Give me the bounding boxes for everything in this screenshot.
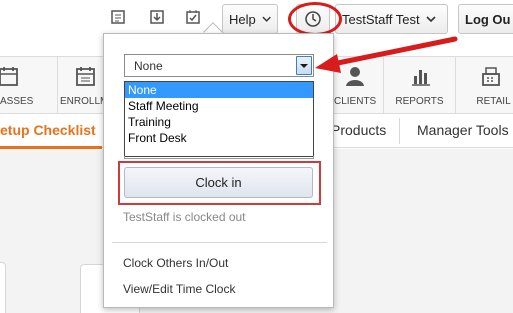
- popup-divider: [112, 242, 327, 243]
- clock-reason-select[interactable]: None: [124, 54, 314, 77]
- download-icon[interactable]: [149, 9, 165, 25]
- calendar-icon: [76, 67, 95, 86]
- help-button[interactable]: Help: [222, 4, 278, 34]
- notes-icon[interactable]: [110, 9, 126, 25]
- nav-label: CLIENTS: [334, 96, 377, 107]
- time-clock-popup: None None Staff Meeting Training Front D…: [103, 33, 334, 308]
- tab-setup-checklist[interactable]: etup Checklist: [0, 122, 96, 138]
- content-card: [0, 262, 6, 313]
- nav-label: RETAIL: [476, 96, 511, 107]
- clock-others-link[interactable]: Clock Others In/Out: [123, 256, 228, 270]
- nav-label: REPORTS: [395, 96, 444, 107]
- nav-label: ASSES: [0, 96, 34, 107]
- chevron-down-icon: [262, 16, 271, 22]
- clock-reason-options: None Staff Meeting Training Front Desk: [124, 81, 314, 157]
- view-edit-time-clock-link[interactable]: View/Edit Time Clock: [123, 282, 235, 296]
- logout-button[interactable]: Log Ou: [458, 4, 513, 34]
- clock-status-text: TestStaff is clocked out: [123, 210, 246, 224]
- chevron-down-icon: [425, 16, 436, 23]
- checklist-icon[interactable]: [185, 9, 201, 25]
- select-shadow-edge: [124, 156, 314, 159]
- nav-item-classes[interactable]: ASSES: [0, 57, 58, 115]
- help-label: Help: [229, 11, 256, 27]
- logout-label: Log Ou: [465, 11, 511, 27]
- register-icon: [482, 67, 500, 86]
- option-staff-meeting[interactable]: Staff Meeting: [125, 98, 313, 114]
- calendar-icon: [0, 67, 18, 86]
- user-name: TestStaff Test: [342, 11, 420, 27]
- tab-products[interactable]: Products: [331, 122, 386, 138]
- option-none[interactable]: None: [125, 82, 313, 98]
- option-training[interactable]: Training: [125, 114, 313, 130]
- tab-manager-tools[interactable]: Manager Tools: [417, 122, 509, 138]
- clock-in-button[interactable]: Clock in: [124, 167, 313, 198]
- option-front-desk[interactable]: Front Desk: [125, 130, 313, 146]
- screen: { "topbar": { "help_label": "Help", "use…: [0, 0, 513, 313]
- annotation-arrow: [315, 36, 458, 73]
- select-value: None: [134, 59, 163, 73]
- tab-divider: [399, 118, 400, 144]
